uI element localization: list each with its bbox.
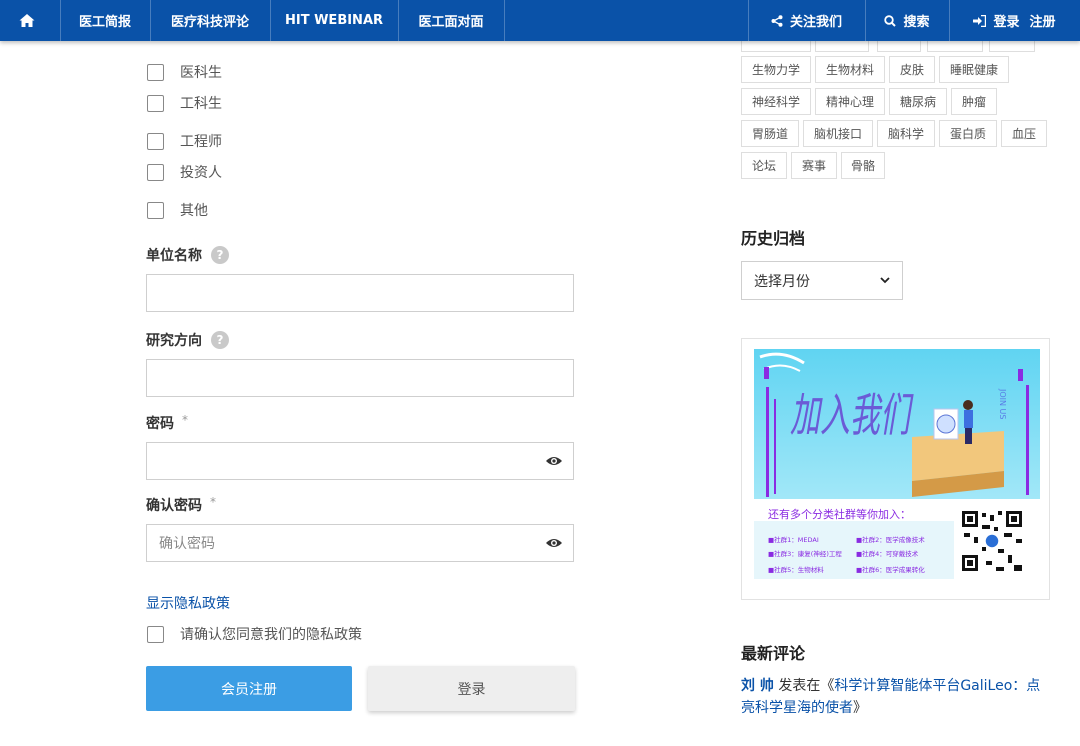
required-mark: * [182, 413, 188, 427]
nav-item-interview[interactable]: 医工面对面 [398, 0, 504, 41]
role-option-medical-student[interactable]: 医科生 [147, 62, 222, 82]
tag-item[interactable]: 生物材料 [815, 56, 885, 83]
checkbox[interactable] [147, 201, 164, 219]
follow-us-button[interactable]: 关注我们 [748, 0, 865, 41]
privacy-consent[interactable]: 请确认您同意我们的隐私政策 [147, 624, 362, 644]
svg-text:■社群6：医学成果转化: ■社群6：医学成果转化 [856, 565, 925, 574]
search-button[interactable]: 搜索 [865, 0, 949, 41]
help-icon[interactable]: ? [211, 246, 229, 264]
nav-item-webinar[interactable]: HIT WEBINAR [270, 0, 398, 41]
role-option-engineer[interactable]: 工程师 [147, 131, 222, 151]
password-label-text: 密码 [146, 416, 174, 432]
follow-us-label: 关注我们 [789, 15, 842, 30]
svg-text:还有多个分类社群等你加入：: 还有多个分类社群等你加入： [768, 507, 911, 521]
tag-item[interactable]: 骨骼 [841, 152, 885, 179]
org-name-label: 单位名称 ? [146, 245, 229, 265]
join-us-illustration: 加入我们 JOIN US 还有多个分类社群等你加入： ■社群1：MEDAI ■社… [754, 349, 1040, 585]
required-mark: * [210, 495, 216, 509]
tag-item[interactable]: 脑机接口 [803, 120, 873, 147]
role-option-investor[interactable]: 投资人 [147, 162, 222, 182]
archive-select-value: 选择月份 [754, 273, 810, 290]
tag-item[interactable]: 肿瘤 [951, 88, 997, 115]
comment-author-link[interactable]: 刘 帅 [741, 678, 774, 694]
home-button[interactable] [0, 0, 60, 41]
tag-item[interactable]: 精神心理 [815, 88, 885, 115]
search-icon [884, 14, 897, 27]
checkbox[interactable] [147, 163, 164, 181]
checkbox[interactable] [147, 94, 164, 112]
chevron-down-icon [880, 277, 890, 284]
join-us-banner[interactable]: 加入我们 JOIN US 还有多个分类社群等你加入： ■社群1：MEDAI ■社… [741, 338, 1050, 600]
checkbox[interactable] [147, 625, 164, 643]
org-name-input[interactable] [146, 274, 574, 312]
tag-item[interactable]: 论坛 [741, 152, 787, 179]
confirm-password-label: 确认密码 * [146, 495, 216, 515]
svg-text:■社群5：生物材料: ■社群5：生物材料 [768, 565, 824, 574]
checkbox[interactable] [147, 132, 164, 150]
comment-close: 》 [853, 700, 867, 716]
svg-text:■社群2：医学成像技术: ■社群2：医学成像技术 [856, 535, 925, 544]
checkbox[interactable] [147, 63, 164, 81]
qr-code [960, 509, 1024, 573]
privacy-consent-label: 请确认您同意我们的隐私政策 [180, 627, 362, 643]
share-icon [771, 14, 783, 27]
research-label-text: 研究方向 [146, 333, 202, 349]
role-label: 医科生 [180, 65, 222, 81]
login-link[interactable]: 登录 [993, 11, 1019, 30]
archive-title: 历史归档 [741, 229, 806, 248]
password-label: 密码 * [146, 413, 188, 433]
sign-in-icon [973, 14, 987, 27]
research-input[interactable] [146, 359, 574, 397]
recent-comments-title: 最新评论 [741, 644, 806, 663]
tag-item[interactable]: 脑科学 [877, 120, 935, 147]
help-icon[interactable]: ? [211, 331, 229, 349]
role-label: 其他 [180, 203, 208, 219]
top-nav-bar: 医工简报 医疗科技评论 HIT WEBINAR 医工面对面 关注我们 搜索 登录… [0, 0, 1080, 41]
tag-item[interactable]: 胃肠道 [741, 120, 799, 147]
register-link[interactable]: 注册 [1030, 11, 1056, 30]
tag-item[interactable]: 神经科学 [741, 88, 811, 115]
tag-item[interactable]: 睡眠健康 [939, 56, 1009, 83]
role-option-engineering-student[interactable]: 工科生 [147, 93, 222, 113]
nav-item-review[interactable]: 医疗科技评论 [150, 0, 270, 41]
archive-month-select[interactable]: 选择月份 [741, 261, 903, 300]
nav-item-brief[interactable]: 医工简报 [60, 0, 150, 41]
role-label: 投资人 [180, 165, 222, 181]
eye-icon[interactable] [545, 536, 563, 550]
svg-text:JOIN US: JOIN US [998, 388, 1007, 419]
svg-text:■社群3：康复(神经)工程: ■社群3：康复(神经)工程 [768, 549, 842, 558]
svg-text:■社群4：可穿戴技术: ■社群4：可穿戴技术 [856, 549, 919, 558]
search-label: 搜索 [903, 15, 930, 30]
svg-text:加入我们: 加入我们 [790, 388, 914, 442]
role-option-other[interactable]: 其他 [147, 200, 208, 220]
recent-comment: 刘 帅 发表在《科学计算智能体平台GaliLeo：点亮科学星海的使者》 [741, 675, 1051, 719]
svg-text:■社群1：MEDAI: ■社群1：MEDAI [768, 535, 819, 544]
role-label: 工程师 [180, 134, 222, 150]
tag-item[interactable]: 血压 [1001, 120, 1047, 147]
login-button[interactable]: 登录 [368, 666, 575, 711]
tag-item[interactable]: 生物力学 [741, 56, 811, 83]
comment-text: 发表在《 [773, 678, 835, 694]
eye-icon[interactable] [545, 454, 563, 468]
tag-item[interactable]: 赛事 [791, 152, 837, 179]
tag-item[interactable]: 糖尿病 [889, 88, 947, 115]
privacy-policy-link[interactable]: 显示隐私政策 [146, 593, 230, 613]
tag-item[interactable]: 皮肤 [889, 56, 935, 83]
role-label: 工科生 [180, 96, 222, 112]
research-label: 研究方向 ? [146, 330, 229, 350]
org-name-label-text: 单位名称 [146, 248, 202, 264]
tag-item[interactable]: 蛋白质 [939, 120, 997, 147]
confirm-password-label-text: 确认密码 [146, 498, 202, 514]
confirm-password-input[interactable]: 确认密码 [146, 524, 574, 562]
confirm-password-placeholder: 确认密码 [159, 536, 215, 552]
password-input[interactable] [146, 442, 574, 480]
register-button[interactable]: 会员注册 [146, 666, 352, 711]
home-icon [19, 14, 34, 27]
login-register-area: 登录 注册 [949, 0, 1080, 41]
